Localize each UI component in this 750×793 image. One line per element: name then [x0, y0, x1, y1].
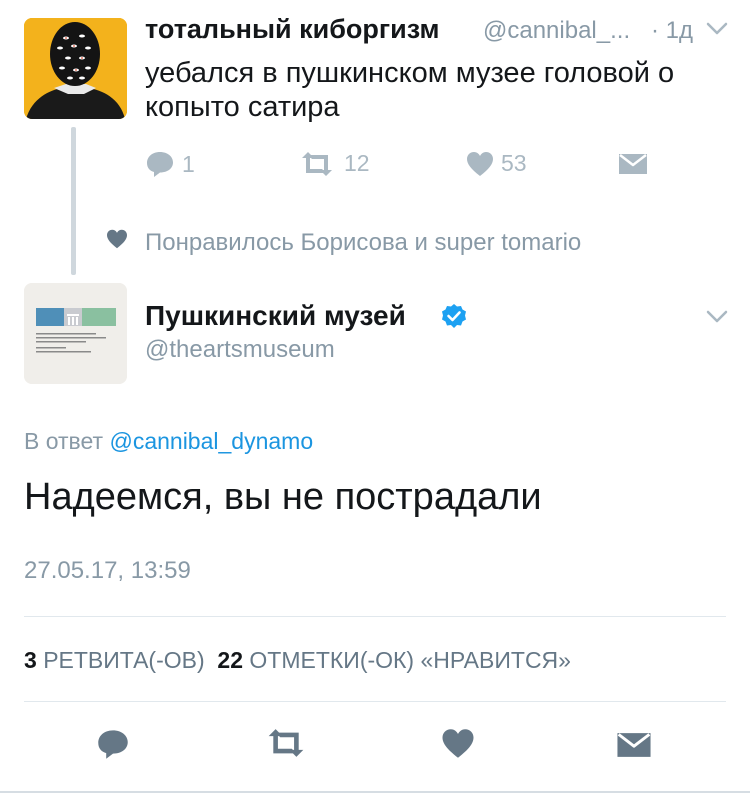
author-handle[interactable]: @theartsmuseum: [145, 336, 335, 364]
reply-button[interactable]: [96, 728, 130, 760]
dm-button[interactable]: [618, 153, 648, 175]
chevron-down-icon[interactable]: [706, 310, 728, 329]
tweet-datetime[interactable]: 27.05.17, 13:59: [24, 557, 191, 585]
avatar[interactable]: [24, 283, 127, 384]
author-handle[interactable]: @cannibal_...: [483, 17, 630, 45]
likes-stat[interactable]: 22 ОТМЕТКИ(-ОК) «НРАВИТСЯ»: [217, 647, 571, 673]
reply-mention-link[interactable]: @cannibal_dynamo: [109, 428, 313, 454]
heart-icon: [466, 151, 494, 177]
retweet-icon: [298, 151, 336, 177]
like-count: 53: [501, 150, 527, 176]
like-button[interactable]: 53: [466, 150, 527, 177]
verified-badge-icon: [441, 303, 467, 334]
retweet-button[interactable]: [264, 728, 308, 758]
retweets-stat[interactable]: 3 РЕТВИТА(-ОВ): [24, 647, 205, 673]
envelope-icon: [618, 153, 648, 175]
divider: [24, 701, 726, 702]
chevron-down-icon[interactable]: [706, 22, 728, 41]
envelope-icon: [616, 732, 652, 758]
author-name[interactable]: Пушкинский музей: [145, 300, 406, 332]
divider: [24, 616, 726, 617]
liked-by-label[interactable]: Понравилось Борисова и super tomario: [145, 229, 581, 257]
tweet-stats: 3 РЕТВИТА(-ОВ) 22 ОТМЕТКИ(-ОК) «НРАВИТСЯ…: [24, 647, 571, 674]
tweet-text: уебался в пушкинском музее головой о коп…: [145, 57, 675, 123]
reply-button[interactable]: 1: [145, 150, 195, 178]
retweet-button[interactable]: 12: [298, 150, 370, 177]
tweet-text: Надеемся, вы не пострадали: [24, 476, 542, 518]
heart-icon: [106, 229, 128, 249]
like-button[interactable]: [441, 728, 475, 759]
thread-connector-line: [71, 127, 76, 275]
retweets-label: РЕТВИТА(-ОВ): [43, 647, 205, 673]
author-name[interactable]: тотальный киборгизм: [145, 14, 439, 45]
reply-prefix: В ответ: [24, 428, 104, 454]
reply-count: 1: [182, 150, 195, 177]
reply-icon: [96, 728, 130, 760]
likes-label: ОТМЕТКИ(-ОК) «НРАВИТСЯ»: [249, 647, 571, 673]
reply-icon: [145, 150, 175, 178]
retweet-icon: [264, 728, 308, 758]
heart-icon: [441, 728, 475, 759]
reply-context: В ответ @cannibal_dynamo: [24, 428, 313, 455]
avatar[interactable]: [24, 18, 127, 119]
retweets-count: 3: [24, 647, 37, 673]
likes-count: 22: [217, 647, 244, 673]
tweet-time[interactable]: · 1д: [651, 17, 693, 45]
dm-button[interactable]: [616, 732, 652, 758]
retweet-count: 12: [344, 150, 370, 176]
